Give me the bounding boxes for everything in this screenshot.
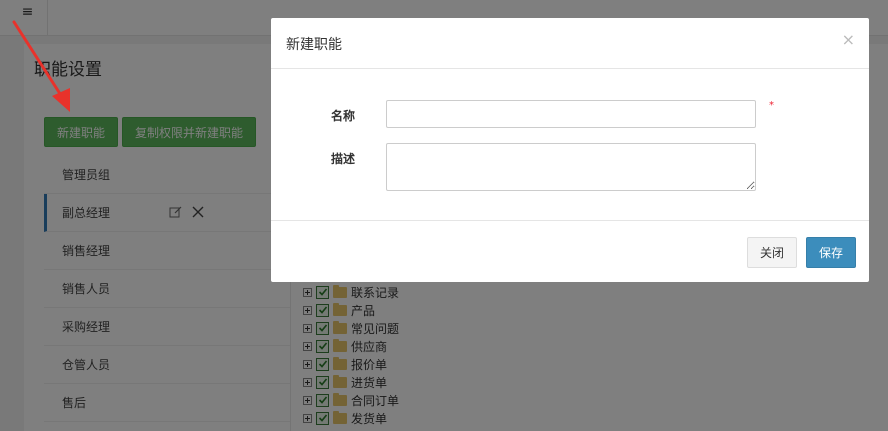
close-icon[interactable]: ×	[842, 32, 855, 48]
description-label: 描述	[331, 152, 356, 166]
name-input[interactable]	[386, 100, 756, 128]
dialog-header: 新建职能 ×	[271, 18, 869, 69]
new-role-dialog: 新建职能 × 名称 * 描述 关闭 保存	[271, 18, 869, 282]
dialog-footer: 关闭 保存	[271, 220, 869, 282]
description-textarea[interactable]	[386, 143, 756, 191]
dialog-title: 新建职能	[286, 37, 342, 53]
name-label: 名称	[331, 109, 356, 123]
required-mark: *	[769, 100, 774, 111]
save-button[interactable]: 保存	[806, 237, 856, 268]
close-button[interactable]: 关闭	[747, 237, 797, 268]
